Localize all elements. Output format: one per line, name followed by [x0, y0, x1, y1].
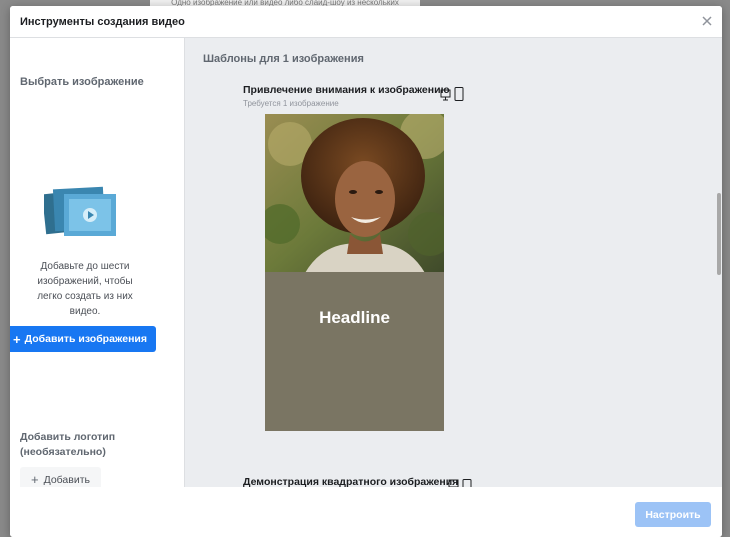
dialog-footer: Настроить: [10, 487, 722, 537]
add-logo-label: Добавить: [43, 473, 90, 486]
template-preview[interactable]: Headline: [265, 114, 444, 431]
configure-button[interactable]: Настроить: [635, 502, 711, 527]
close-icon[interactable]: [700, 14, 714, 28]
dialog-title: Инструменты создания видео: [20, 16, 185, 28]
select-image-title: Выбрать изображение: [20, 76, 144, 88]
mobile-icon: [454, 87, 464, 101]
headline-text: Headline: [319, 308, 390, 327]
desktop-icon: [440, 89, 451, 101]
add-images-button[interactable]: + Добавить изображения: [10, 326, 156, 352]
templates-section-title: Шаблоны для 1 изображения: [203, 53, 364, 65]
desktop-icon: [448, 479, 459, 487]
video-tools-dialog: Инструменты создания видео Выбрать изобр…: [10, 6, 722, 537]
scrollbar[interactable]: [715, 38, 722, 487]
scrollbar-thumb[interactable]: [717, 193, 721, 275]
mobile-icon: [462, 479, 472, 487]
plus-icon: +: [31, 472, 39, 487]
add-logo-title: Добавить логотип (необязательно): [20, 430, 115, 460]
templates-panel: Шаблоны для 1 изображения Привлечение вн…: [184, 38, 722, 487]
headline-panel: Headline: [265, 272, 444, 431]
device-icons: [448, 479, 472, 487]
add-images-label: Добавить изображения: [24, 333, 147, 345]
preview-photo: [265, 114, 444, 273]
images-video-icon: [44, 186, 116, 236]
add-logo-title-line1: Добавить логотип: [20, 431, 116, 443]
template-subtitle: Требуется 1 изображение: [243, 99, 339, 108]
device-icons: [440, 87, 464, 101]
sidebar: Выбрать изображение Добавьте до шести из…: [10, 38, 184, 492]
add-logo-title-line2: (необязательно): [20, 446, 106, 458]
plus-icon: +: [13, 331, 21, 347]
template-title: Демонстрация квадратного изображения: [243, 476, 459, 487]
dialog-header: Инструменты создания видео: [10, 6, 722, 38]
template-title: Привлечение внимания к изображению: [243, 84, 450, 96]
sidebar-description: Добавьте до шести изображений, чтобы лег…: [37, 261, 133, 317]
